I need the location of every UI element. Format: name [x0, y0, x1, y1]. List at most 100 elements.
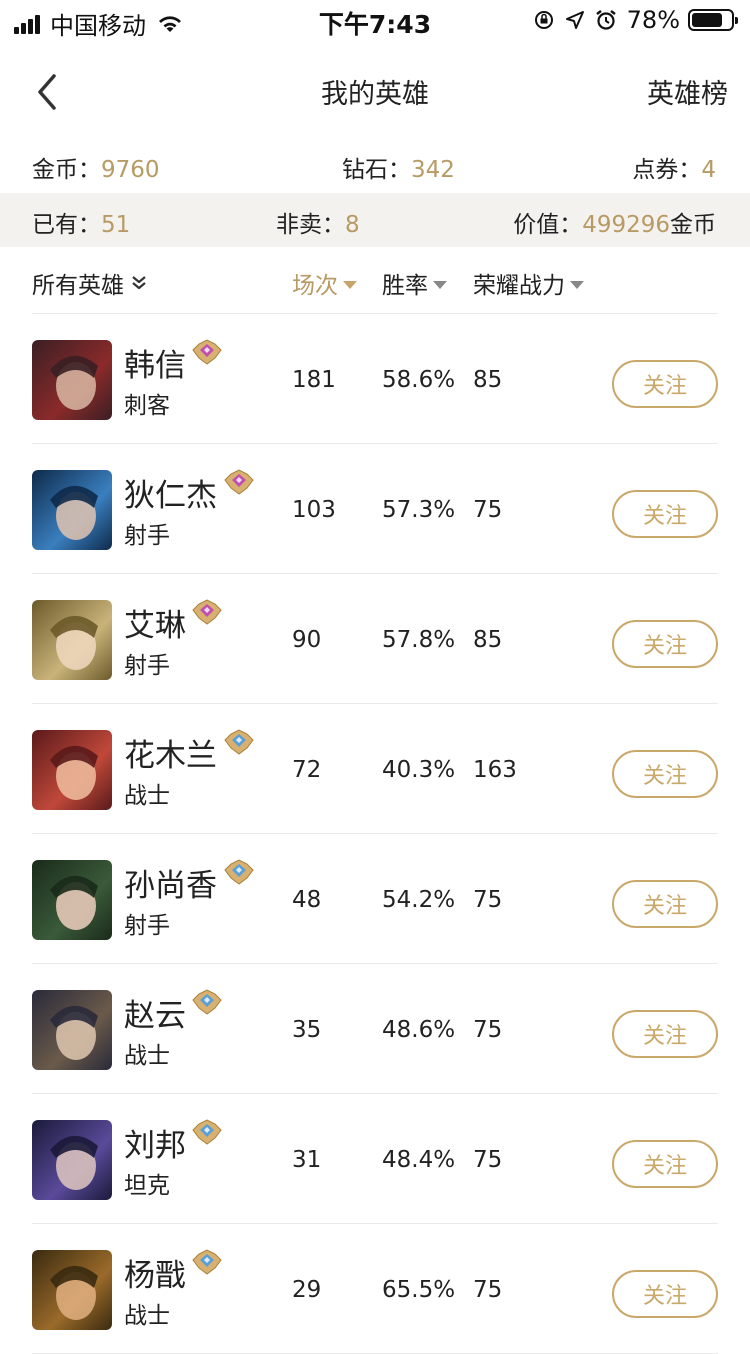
hero-win-rate: 57.8% [382, 627, 456, 653]
sort-power[interactable]: 荣耀战力 [473, 266, 584, 300]
hero-role: 射手 [124, 523, 170, 549]
follow-button[interactable]: 关注 [612, 880, 718, 928]
hero-win-rate: 54.2% [382, 887, 456, 913]
follow-button[interactable]: 关注 [612, 1010, 718, 1058]
hero-role: 刺客 [124, 393, 170, 419]
hero-avatar[interactable] [32, 990, 112, 1070]
hero-win-rate: 57.3% [382, 497, 456, 523]
hero-win-rate: 58.6% [382, 367, 456, 393]
follow-button[interactable]: 关注 [612, 360, 718, 408]
rank-badge-icon [192, 1119, 222, 1145]
vouchers-stat: 点券：4 [632, 150, 716, 184]
hero-name: 刘邦 [124, 1128, 186, 1164]
hero-matches: 35 [292, 1017, 322, 1043]
hero-matches: 29 [292, 1277, 322, 1303]
status-bar: 中国移动 下午7:43 78% [0, 0, 750, 40]
hero-name: 赵云 [124, 998, 186, 1034]
hero-avatar[interactable] [32, 730, 112, 810]
diamonds-label: 钻石： [342, 157, 411, 183]
hero-avatar[interactable] [32, 860, 112, 940]
battery-icon [688, 9, 738, 31]
battery-fill [692, 13, 722, 27]
vouchers-value: 4 [701, 157, 716, 183]
hero-role: 战士 [124, 1043, 170, 1069]
owned-label: 已有： [32, 212, 101, 238]
hero-avatar[interactable] [32, 340, 112, 420]
hero-name: 孙尚香 [124, 868, 217, 904]
rank-badge-icon [224, 469, 254, 495]
hero-power: 163 [473, 757, 517, 783]
hero-avatar[interactable] [32, 600, 112, 680]
nav-bar: 我的英雄 英雄榜 [0, 40, 750, 140]
hero-row[interactable]: 赵云 战士 35 48.6% 75 关注 [32, 964, 718, 1094]
hero-name: 艾琳 [124, 608, 186, 644]
hero-avatar[interactable] [32, 1120, 112, 1200]
rank-badge-icon [192, 1249, 222, 1275]
caret-down-icon [343, 280, 357, 289]
hero-matches: 72 [292, 757, 322, 783]
diamonds-stat: 钻石：342 [342, 150, 455, 184]
hero-power: 75 [473, 1147, 503, 1173]
rank-badge-icon [192, 339, 222, 365]
battery-percent: 78% [626, 6, 680, 34]
worth-value: 499296 [582, 212, 670, 238]
rotation-lock-icon [534, 11, 553, 29]
hero-win-rate: 48.6% [382, 1017, 456, 1043]
hero-win-rate: 65.5% [382, 1277, 456, 1303]
sort-win-rate-label: 胜率 [382, 273, 428, 299]
hero-role: 射手 [124, 913, 170, 939]
hero-row[interactable]: 杨戬 战士 29 65.5% 75 关注 [32, 1224, 718, 1354]
not-sold-stat: 非卖：8 [276, 205, 360, 239]
hero-row[interactable]: 刘邦 坦克 31 48.4% 75 关注 [32, 1094, 718, 1224]
hero-avatar[interactable] [32, 1250, 112, 1330]
hero-matches: 181 [292, 367, 336, 393]
coins-stat: 金币：9760 [32, 150, 160, 184]
double-chevron-down-icon [132, 276, 146, 290]
worth-stat: 价值：499296金币 [513, 205, 716, 239]
hero-filter-dropdown[interactable]: 所有英雄 [32, 266, 148, 300]
hero-ranking-link[interactable]: 英雄榜 [647, 72, 728, 111]
hero-win-rate: 40.3% [382, 757, 456, 783]
hero-row[interactable]: 韩信 刺客 181 58.6% 85 关注 [32, 314, 718, 444]
hero-row[interactable]: 艾琳 射手 90 57.8% 85 关注 [32, 574, 718, 704]
page-title: 我的英雄 [321, 79, 429, 110]
hero-row[interactable]: 狄仁杰 射手 103 57.3% 75 关注 [32, 444, 718, 574]
hero-matches: 31 [292, 1147, 322, 1173]
hero-power: 75 [473, 887, 503, 913]
not-sold-value: 8 [345, 212, 360, 238]
follow-button[interactable]: 关注 [612, 750, 718, 798]
owned-value: 51 [101, 212, 131, 238]
table-header: 所有英雄 场次 胜率 荣耀战力 [32, 252, 718, 314]
status-right: 78% [523, 6, 738, 34]
rank-badge-icon [224, 729, 254, 755]
currency-summary: 金币：9760 钻石：342 点券：4 [0, 140, 750, 190]
caret-down-icon [570, 280, 584, 289]
hero-row[interactable]: 花木兰 战士 72 40.3% 163 关注 [32, 704, 718, 834]
hero-power: 85 [473, 627, 503, 653]
follow-button[interactable]: 关注 [612, 1140, 718, 1188]
sort-win-rate[interactable]: 胜率 [382, 266, 447, 300]
rank-badge-icon [224, 859, 254, 885]
caret-down-icon [433, 280, 447, 289]
hero-avatar[interactable] [32, 470, 112, 550]
hero-summary: 已有：51 非卖：8 价值：499296金币 [0, 193, 750, 247]
hero-matches: 90 [292, 627, 322, 653]
rank-badge-icon [192, 599, 222, 625]
hero-role: 射手 [124, 653, 170, 679]
follow-button[interactable]: 关注 [612, 490, 718, 538]
hero-matches: 103 [292, 497, 336, 523]
hero-role: 战士 [124, 1303, 170, 1329]
hero-name: 杨戬 [124, 1258, 186, 1294]
follow-button[interactable]: 关注 [612, 620, 718, 668]
sort-matches[interactable]: 场次 [292, 266, 357, 300]
sort-power-label: 荣耀战力 [473, 273, 565, 299]
diamonds-value: 342 [411, 157, 455, 183]
follow-button[interactable]: 关注 [612, 1270, 718, 1318]
owned-stat: 已有：51 [32, 205, 130, 239]
hero-power: 75 [473, 1017, 503, 1043]
location-icon [565, 11, 584, 29]
hero-row[interactable]: 孙尚香 射手 48 54.2% 75 关注 [32, 834, 718, 964]
alarm-icon [595, 10, 616, 30]
hero-name: 韩信 [124, 348, 186, 384]
hero-win-rate: 48.4% [382, 1147, 456, 1173]
